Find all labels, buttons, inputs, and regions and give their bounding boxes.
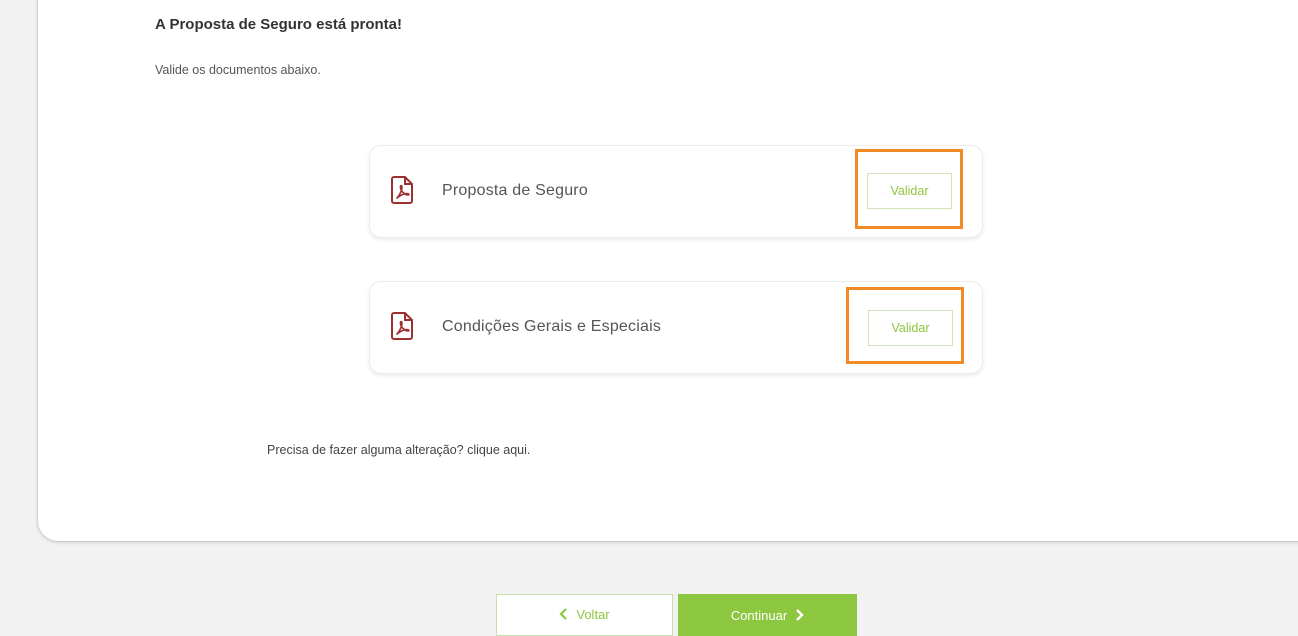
chevron-right-icon [796,609,804,621]
continue-button[interactable]: Continuar [678,594,857,636]
back-button[interactable]: Voltar [496,594,673,636]
content-card [38,0,1298,541]
pdf-icon [391,312,413,340]
highlight-box [846,287,964,364]
page-title: A Proposta de Seguro está pronta! [155,16,402,33]
document-label: Condições Gerais e Especiais [442,318,662,335]
chevron-left-icon [559,608,568,621]
page-subtitle: Valide os documentos abaixo. [155,63,321,77]
change-request-link[interactable]: Precisa de fazer alguma alteração? cliqu… [267,443,530,457]
document-label: Proposta de Seguro [442,182,588,199]
pdf-icon [391,176,413,204]
back-button-label: Voltar [576,606,610,622]
continue-button-label: Continuar [730,607,788,623]
highlight-box [855,149,963,229]
